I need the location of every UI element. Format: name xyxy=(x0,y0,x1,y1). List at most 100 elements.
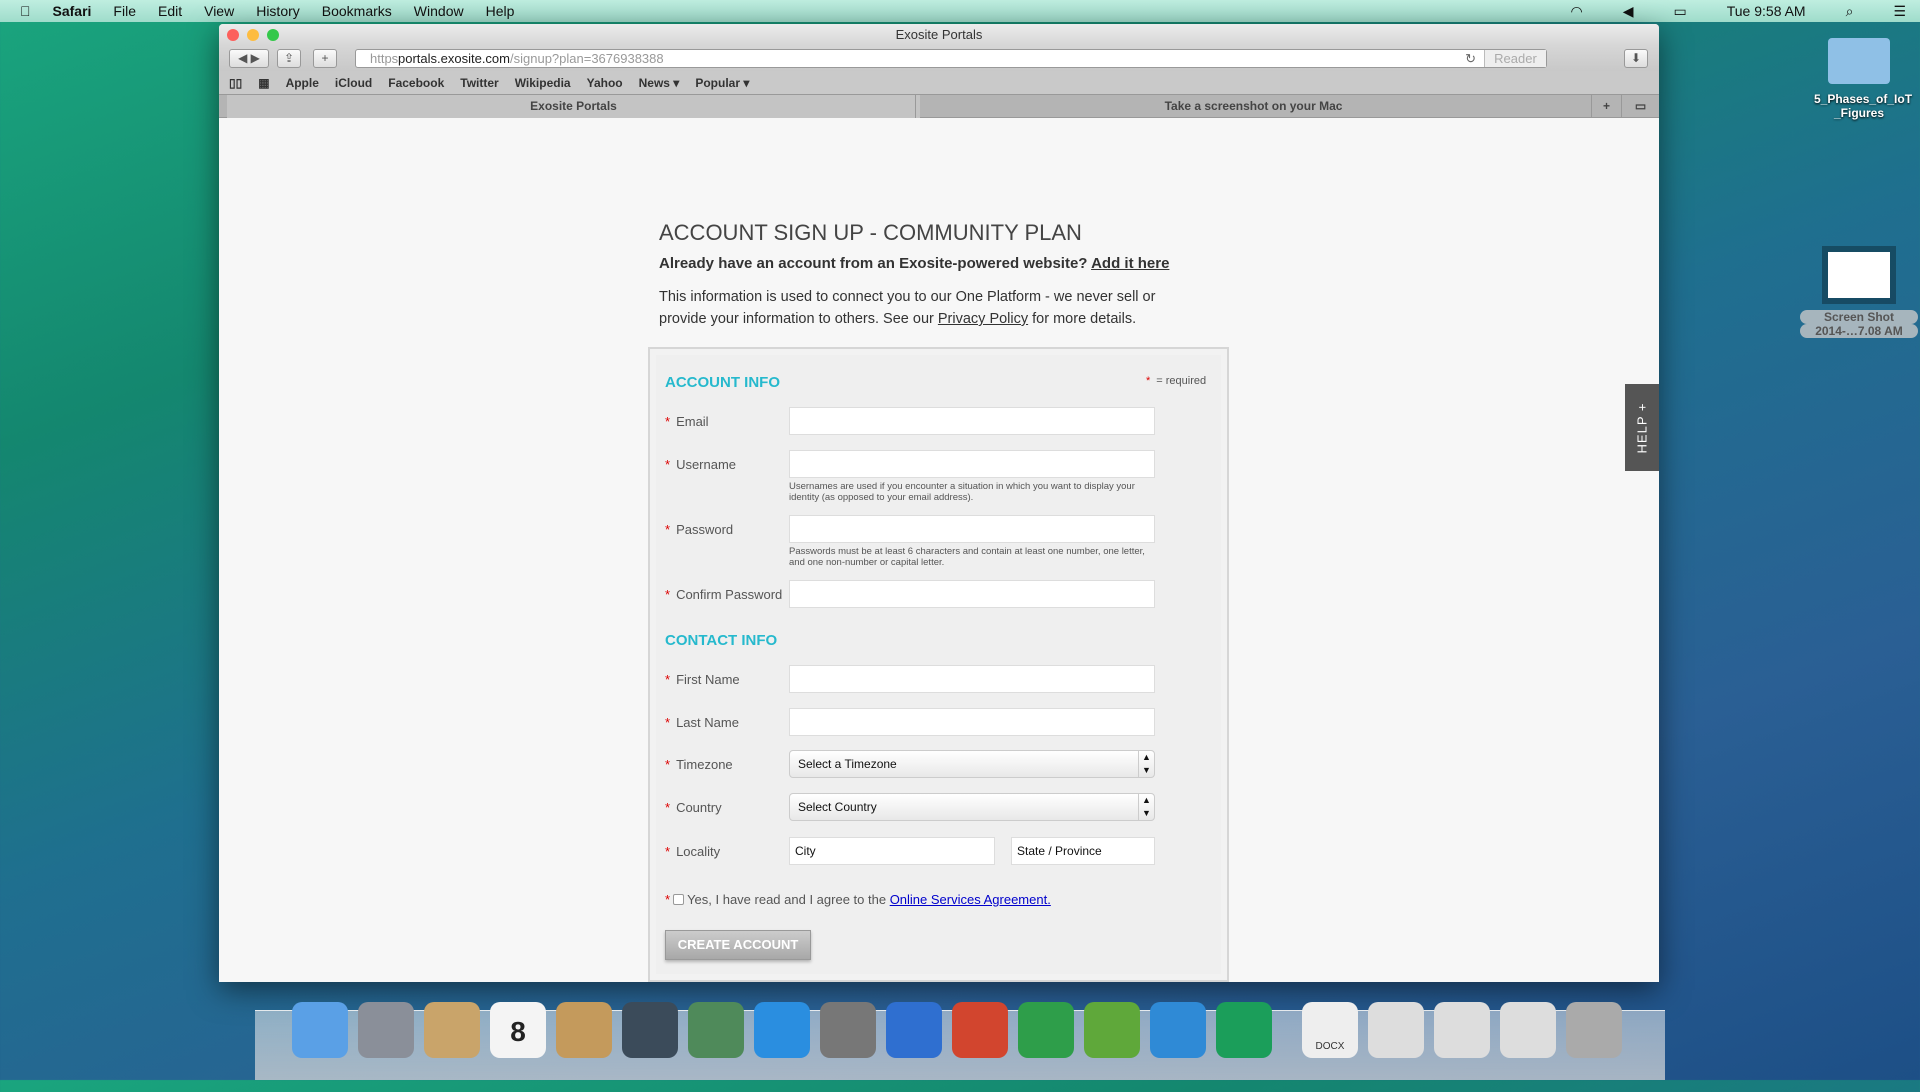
tab-view-button[interactable]: ▭ xyxy=(1621,95,1659,118)
spotlight-icon[interactable]: ⌕ xyxy=(1846,3,1854,20)
bookmark-facebook[interactable]: Facebook xyxy=(388,76,444,90)
dock-icon-excel[interactable] xyxy=(1018,1002,1074,1058)
menu-help[interactable]: Help xyxy=(486,3,515,19)
wifi-icon[interactable]: ◠ xyxy=(1571,3,1583,20)
tab-screenshot[interactable]: Take a screenshot on your Mac xyxy=(915,95,1591,118)
menu-bookmarks[interactable]: Bookmarks xyxy=(322,3,392,19)
confirm-password-field[interactable] xyxy=(789,580,1155,608)
top-sites-icon[interactable]: ▦ xyxy=(258,76,269,90)
add-it-here-link[interactable]: Add it here xyxy=(1091,255,1169,272)
dock-icon-powerpoint[interactable] xyxy=(952,1002,1008,1058)
toolbar: ◀ ▶ ⇪ + https portals.exosite.com/signup… xyxy=(219,46,1659,71)
locality-label: * Locality xyxy=(665,844,721,859)
online-services-agreement-link[interactable]: Online Services Agreement. xyxy=(890,892,1051,907)
first-name-field[interactable] xyxy=(789,665,1155,693)
help-tab[interactable]: HELP + xyxy=(1625,384,1659,471)
dock-icon-system-preferences[interactable] xyxy=(820,1002,876,1058)
info-paragraph: This information is used to connect you … xyxy=(659,286,1159,330)
email-field[interactable] xyxy=(789,407,1155,435)
dock-icon-contacts[interactable] xyxy=(556,1002,612,1058)
dock-icon-iphoto[interactable] xyxy=(688,1002,744,1058)
dock-icon-docx[interactable]: DOCX xyxy=(1302,1002,1358,1058)
create-account-button[interactable]: CREATE ACCOUNT xyxy=(665,930,811,960)
select-arrows-icon: ▲ ▼ xyxy=(1138,751,1154,777)
clock[interactable]: Tue 9:58 AM xyxy=(1727,3,1806,19)
bookmark-yahoo[interactable]: Yahoo xyxy=(587,76,623,90)
agree-text: Yes, I have read and I agree to the xyxy=(687,892,887,907)
password-field[interactable] xyxy=(789,515,1155,543)
last-name-field[interactable] xyxy=(789,708,1155,736)
agreement-row: * Yes, I have read and I agree to the Onl… xyxy=(665,892,1051,907)
dock-icon-itunes[interactable] xyxy=(754,1002,810,1058)
add-tab-button[interactable]: + xyxy=(1591,95,1621,118)
reload-icon[interactable]: ↻ xyxy=(1465,50,1476,67)
safari-window: Exosite Portals ◀ ▶ ⇪ + https portals.ex… xyxy=(219,24,1659,982)
close-button[interactable] xyxy=(227,29,239,41)
minimize-button[interactable] xyxy=(247,29,259,41)
bookmark-icloud[interactable]: iCloud xyxy=(335,76,372,90)
bookmark-news[interactable]: News ▾ xyxy=(639,76,680,90)
downloads-button[interactable]: ⬇ xyxy=(1624,49,1648,68)
url-path: /signup?plan=3676938388 xyxy=(510,51,664,66)
screenshot-thumbnail-icon xyxy=(1828,252,1890,298)
menu-bar:  Safari File Edit View History Bookmark… xyxy=(0,0,1920,22)
menu-history[interactable]: History xyxy=(256,3,300,19)
menu-view[interactable]: View xyxy=(204,3,234,19)
first-name-label: * First Name xyxy=(665,672,740,687)
city-field[interactable]: City xyxy=(789,837,995,865)
username-label: * Username xyxy=(665,457,737,472)
password-hint: Passwords must be at least 6 characters … xyxy=(789,546,1145,568)
new-tab-button[interactable]: + xyxy=(313,49,337,68)
bookmark-apple[interactable]: Apple xyxy=(286,76,319,90)
country-select[interactable]: Select Country ▲ ▼ xyxy=(789,793,1155,821)
volume-icon[interactable]: ◀ xyxy=(1623,3,1634,20)
last-name-label: * Last Name xyxy=(665,715,739,730)
dock-icon-facetime[interactable] xyxy=(622,1002,678,1058)
agree-checkbox[interactable] xyxy=(673,894,685,905)
username-hint: Usernames are used if you encounter a si… xyxy=(789,481,1135,503)
bookmark-twitter[interactable]: Twitter xyxy=(460,76,498,90)
dock-icon-finder[interactable] xyxy=(292,1002,348,1058)
dock-icon-document[interactable] xyxy=(1368,1002,1424,1058)
reader-button[interactable]: Reader xyxy=(1484,50,1546,67)
username-field[interactable] xyxy=(789,450,1155,478)
dock-icon-word[interactable] xyxy=(886,1002,942,1058)
desktop-folder[interactable]: 5_Phases_of_IoT _Figures xyxy=(1814,38,1913,120)
desktop-screenshot[interactable]: Screen Shot 2014-…7.08 AM xyxy=(1800,252,1918,338)
dock-icon-calendar[interactable]: 8 xyxy=(490,1002,546,1058)
back-forward-button[interactable]: ◀ ▶ xyxy=(229,49,269,68)
state-province-field[interactable]: State / Province xyxy=(1011,837,1155,865)
battery-icon[interactable]: ▭ xyxy=(1674,3,1687,20)
dock-icon-launchpad[interactable] xyxy=(358,1002,414,1058)
existing-account-label: Already have an account from an Exosite-… xyxy=(659,255,1088,272)
confirm-password-label: * Confirm Password xyxy=(665,587,783,602)
dock-icon-adium[interactable] xyxy=(1084,1002,1140,1058)
bookmark-wikipedia[interactable]: Wikipedia xyxy=(515,76,571,90)
dock-icon-mindnode[interactable] xyxy=(1216,1002,1272,1058)
dock-icon-mail[interactable] xyxy=(424,1002,480,1058)
page-content: ACCOUNT SIGN UP - COMMUNITY PLAN Already… xyxy=(219,118,1659,982)
folder-label: 5_Phases_of_IoT _Figures xyxy=(1814,92,1913,120)
privacy-policy-link[interactable]: Privacy Policy xyxy=(938,311,1028,327)
menu-window[interactable]: Window xyxy=(414,3,464,19)
bookmark-popular[interactable]: Popular ▾ xyxy=(695,76,749,90)
menu-edit[interactable]: Edit xyxy=(158,3,182,19)
notification-center-icon[interactable]: ☰ xyxy=(1893,3,1906,20)
dock-icon-safari[interactable] xyxy=(1150,1002,1206,1058)
share-button[interactable]: ⇪ xyxy=(277,49,301,68)
address-bar[interactable]: https portals.exosite.com/signup?plan=36… xyxy=(355,49,1547,68)
menu-file[interactable]: File xyxy=(113,3,136,19)
timezone-select[interactable]: Select a Timezone ▲ ▼ xyxy=(789,750,1155,778)
reading-list-icon[interactable]: ▯▯ xyxy=(229,76,242,90)
tab-exosite-portals[interactable]: Exosite Portals xyxy=(227,95,920,118)
apple-icon[interactable]:  xyxy=(20,3,31,19)
signup-form: ACCOUNT INFO * = required * Email * Usernam… xyxy=(648,347,1229,982)
menu-app[interactable]: Safari xyxy=(53,3,92,19)
dock-icon-trash[interactable] xyxy=(1566,1002,1622,1058)
required-note: = required xyxy=(1156,375,1207,387)
dock-icon-document[interactable] xyxy=(1434,1002,1490,1058)
zoom-button[interactable] xyxy=(267,29,279,41)
required-asterisk: * xyxy=(1146,375,1151,387)
dock-icon-document[interactable] xyxy=(1500,1002,1556,1058)
select-arrows-icon: ▲ ▼ xyxy=(1138,794,1154,820)
